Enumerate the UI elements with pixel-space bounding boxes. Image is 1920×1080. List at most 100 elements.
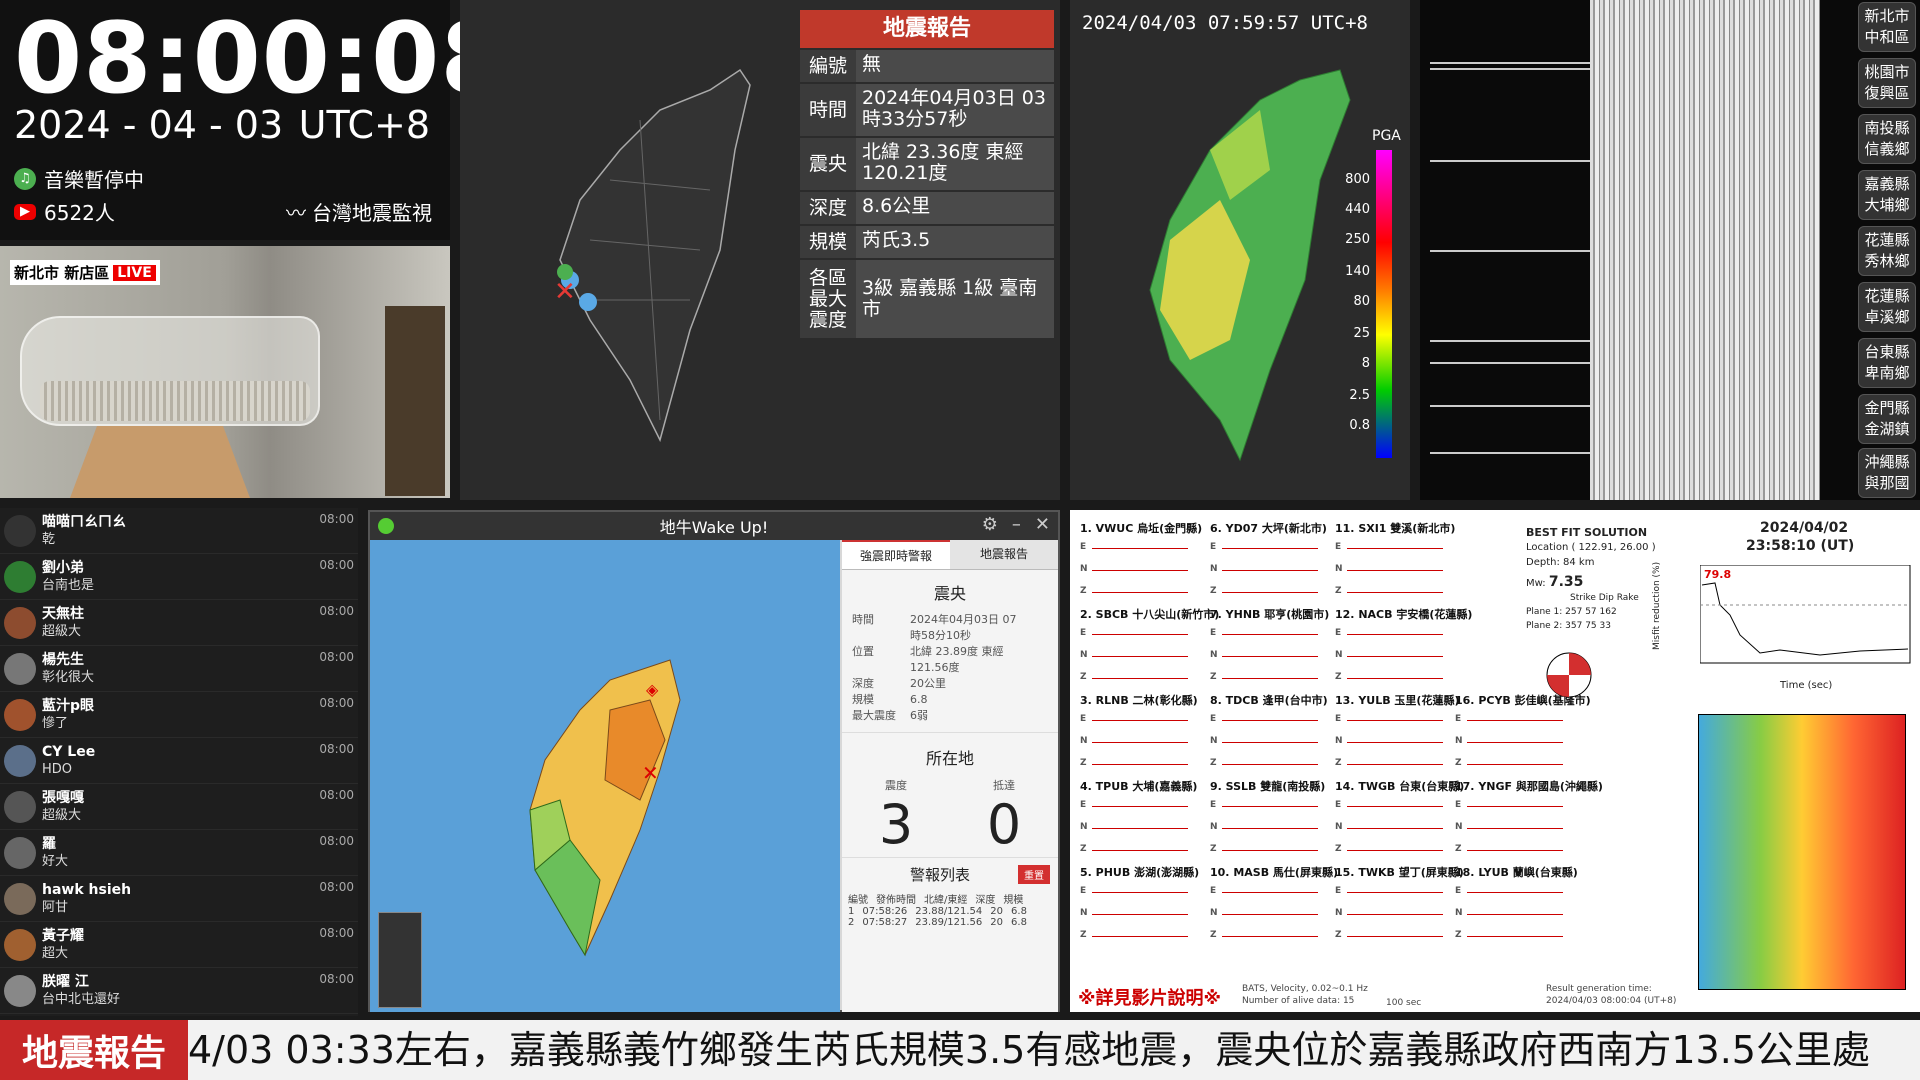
plane-header: Strike Dip Rake [1570,593,1639,603]
news-ticker: 地震報告 4/03 03:33左右，嘉義縣義竹鄉發生芮氏規模3.5有感地震，震央… [0,1020,1920,1080]
epicenter-marker: ✕ [554,277,576,307]
chat-message: 藍汁p眼 慘了 08:00 [0,692,358,738]
alert-cell: 2 [848,917,855,928]
avatar[interactable] [4,882,36,915]
component-e: E [1335,800,1342,810]
plane-2: Plane 2: 357 75 33 [1526,621,1611,631]
chat-author[interactable]: CY Lee [42,743,95,761]
component-n: N [1335,736,1343,746]
pga-map-panel: 2024/04/03 07:59:57 UTC+8 PGA 800 440 25… [1070,0,1410,500]
chat-author[interactable]: 劉小弟 [42,559,94,577]
station-label: 台東縣 卑南鄉 [1858,338,1916,388]
component-n: N [1080,822,1088,832]
component-n: N [1080,564,1088,574]
seismogram-panel: 新北市 中和區 桃園市 復興區 南投縣 信義鄉 嘉義縣 大埔鄉 花蓮縣 秀林鄉 … [1420,0,1920,500]
map-legend [378,912,422,1008]
report-key: 深度 [800,192,856,224]
plane-1: Plane 1: 257 57 162 [1526,607,1617,617]
report-key: 規模 [800,226,856,258]
component-z: Z [1335,930,1342,940]
chat-message: CY Lee HDO 08:00 [0,738,358,784]
alert-header-cell: 規模 [1003,895,1024,906]
report-value: 北緯 23.36度 東經 120.21度 [856,138,1054,190]
component-z: Z [1080,586,1087,596]
component-z: Z [1210,930,1217,940]
avatar[interactable] [4,514,36,547]
alert-row[interactable]: 2 07:58:27 23.89/121.56 20 6.8 [842,917,1058,928]
avatar[interactable] [4,606,36,639]
alert-row[interactable]: 1 07:58:26 23.88/121.54 20 6.8 [842,906,1058,917]
component-n: N [1210,564,1218,574]
component-e: E [1080,886,1087,896]
chat-author[interactable]: 羅 [42,835,68,853]
avatar[interactable] [4,652,36,685]
chat-message: 朕曜 江台中北屯還好 08:00 [0,968,358,1014]
live-chat[interactable]: 喵喵ㄇㄠㄇㄠ乾 08:00 劉小弟 台南也是 08:00 天無柱 超級大 08:00… [0,508,358,1016]
avatar[interactable] [4,560,36,593]
chat-message: 劉小弟 台南也是 08:00 [0,554,358,600]
chat-message: 張嘎嘎 超級大 08:00 [0,784,358,830]
chat-author[interactable]: 藍汁p眼 [42,697,94,715]
alert-table-header: 編號 發佈時間 北緯/東經 深度 規模 [842,891,1058,906]
youtube-icon: ▶ [14,203,36,220]
chat-author[interactable]: 喵喵ㄇㄠㄇㄠ [42,513,126,531]
tab-earthquake-report[interactable]: 地震報告 [950,540,1058,570]
report-value: 2024年04月03日 03時33分57秒 [856,84,1054,136]
avatar[interactable] [4,698,36,731]
component-e: E [1080,800,1087,810]
station-label: 嘉義縣 大埔鄉 [1858,170,1916,220]
pga-scale-label: 8 [1361,356,1370,371]
chat-author[interactable]: 黃子耀 [42,927,84,945]
solution-depth: Depth: 84 km [1526,557,1595,568]
component-e: E [1210,886,1217,896]
info-value: 6.8 [910,693,928,706]
arrival-label: 抵達 [992,779,1015,792]
info-key: 位置 [852,645,874,658]
gear-icon[interactable]: ⚙ [982,514,998,535]
pga-scale-label: 0.8 [1349,418,1370,433]
chat-author[interactable]: 楊先生 [42,651,94,669]
chat-author[interactable]: 朕曜 江 [42,973,120,991]
report-row: 深度 8.6公里 [800,190,1054,224]
report-row: 時間 2024年04月03日 03時33分57秒 [800,82,1054,136]
channel-brand-text: 台灣地震監視 [312,201,432,225]
webcam-feed: 新北市 新店區 LIVE [0,246,450,498]
station-waveform: 17. YNGF 與那國島(沖繩縣) E N Z [1455,778,1615,864]
chat-message: 喵喵ㄇㄠㄇㄠ乾 08:00 [0,508,358,554]
avatar[interactable] [4,744,36,777]
chat-author[interactable]: 天無柱 [42,605,84,623]
misfit-map [1698,714,1906,990]
station-label: 花蓮縣 卓溪鄉 [1858,282,1916,332]
component-e: E [1210,628,1217,638]
station-marker [579,293,597,311]
station-waveform: 12. NACB 宇安橋(花蓮縣) E N Z [1335,606,1495,692]
report-value: 芮氏3.5 [856,226,1054,258]
alert-cell: 07:58:27 [862,917,908,928]
report-key: 震央 [800,138,856,190]
avatar[interactable] [4,790,36,823]
minimize-icon[interactable]: – [1012,514,1021,535]
mw-label: Mw: [1526,578,1546,589]
avatar[interactable] [4,836,36,869]
tab-realtime-alert[interactable]: 強震即時警報 [842,540,950,570]
pga-map [1149,69,1351,462]
report-key: 編號 [800,50,856,82]
report-value: 無 [856,50,1054,82]
station-waveform: 18. LYUB 蘭嶼(台東縣) E N Z [1455,864,1615,950]
chat-message: 羅好大 08:00 [0,830,358,876]
avatar[interactable] [4,974,36,1007]
chat-author[interactable]: hawk hsieh [42,881,131,899]
chat-message: hawk hsieh 阿甘 08:00 [0,876,358,922]
alert-header-cell: 深度 [975,895,996,906]
avatar[interactable] [4,928,36,961]
footer-filter: BATS, Velocity, 0.02~0.1 Hz [1242,984,1368,994]
chat-time: 08:00 [319,650,354,664]
close-icon[interactable]: ✕ [1035,514,1050,535]
report-key: 各區最大震度 [800,260,856,338]
chat-author[interactable]: 張嘎嘎 [42,789,84,807]
reset-button[interactable]: 重置 [1018,865,1050,884]
component-n: N [1080,736,1088,746]
wakeup-app-window: 地牛Wake Up! ⚙ – ✕ ◈ ✕ 強震即時警報 地震報告 震央 時間 20… [368,510,1060,1012]
epicenter-info: 時間 2024年04月03日 07時58分10秒 位置 北緯 23.89度 東經 12… [842,612,1058,724]
alert-header-cell: 發佈時間 [876,895,916,906]
